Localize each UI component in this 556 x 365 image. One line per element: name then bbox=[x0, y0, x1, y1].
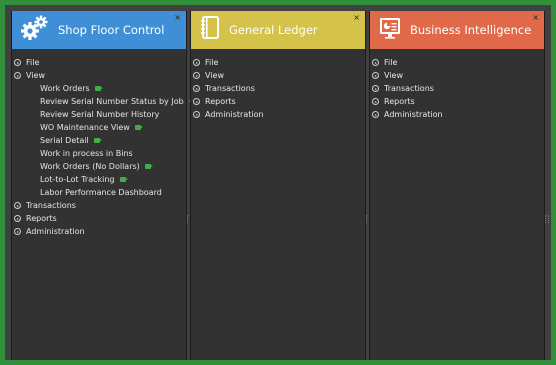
panel-header[interactable]: Business Intelligence × bbox=[370, 11, 544, 49]
menu-item-label: Transactions bbox=[205, 84, 255, 93]
circle-arrow-icon bbox=[372, 85, 379, 92]
menu-item-file[interactable]: File bbox=[14, 56, 186, 69]
dashboard-monitor-icon bbox=[378, 15, 402, 45]
submenu-item-label: Labor Performance Dashboard bbox=[40, 188, 162, 197]
circle-arrow-icon bbox=[193, 59, 200, 66]
menu-item-view[interactable]: View bbox=[372, 69, 544, 82]
menu-item-label: View bbox=[384, 71, 403, 80]
panel-menu: File View Transactions Reports Administr… bbox=[370, 49, 544, 121]
menu-item-label: View bbox=[205, 71, 224, 80]
submenu-item[interactable]: WO Maintenance View bbox=[40, 121, 186, 134]
menu-item-reports[interactable]: Reports bbox=[14, 212, 186, 225]
close-icon[interactable]: × bbox=[353, 13, 360, 22]
panel-menu: File View Work Orders Review Serial Numb… bbox=[12, 49, 191, 238]
panel-business-intelligence: Business Intelligence × File View Transa… bbox=[369, 11, 545, 360]
video-tag-icon bbox=[134, 125, 143, 130]
submenu-item[interactable]: Labor Performance Dashboard bbox=[40, 186, 186, 199]
menu-item-transactions[interactable]: Transactions bbox=[372, 82, 544, 95]
menu-item-administration[interactable]: Administration bbox=[193, 108, 365, 121]
ledger-icon bbox=[199, 15, 221, 45]
submenu-item[interactable]: Review Serial Number Status by Job bbox=[40, 95, 191, 108]
submenu-item-label: WO Maintenance View bbox=[40, 123, 130, 132]
circle-arrow-icon bbox=[372, 98, 379, 105]
circle-arrow-icon bbox=[193, 98, 200, 105]
circle-arrow-icon bbox=[193, 85, 200, 92]
panel-title: Business Intelligence bbox=[410, 23, 532, 37]
panel-header[interactable]: General Ledger × bbox=[191, 11, 365, 49]
menu-item-transactions[interactable]: Transactions bbox=[14, 199, 186, 212]
circle-arrow-icon bbox=[14, 59, 21, 66]
circle-arrow-icon bbox=[14, 202, 21, 209]
menu-item-label: Administration bbox=[205, 110, 264, 119]
menu-item-label: Reports bbox=[205, 97, 236, 106]
submenu-item[interactable]: Work Orders bbox=[40, 82, 186, 95]
menu-item-label: File bbox=[205, 58, 219, 67]
panel-general-ledger: General Ledger × File View Transactions … bbox=[190, 11, 366, 360]
circle-arrow-icon bbox=[14, 215, 21, 222]
submenu-item[interactable]: Work in process in Bins bbox=[40, 147, 186, 160]
video-tag-icon bbox=[144, 164, 153, 169]
panel-header[interactable]: Shop Floor Control × bbox=[12, 11, 186, 49]
submenu-item-label: Review Serial Number History bbox=[40, 110, 160, 119]
video-tag-icon bbox=[93, 138, 102, 143]
menu-item-reports[interactable]: Reports bbox=[193, 95, 365, 108]
menu-item-view[interactable]: View bbox=[193, 69, 365, 82]
submenu-item-label: Review Serial Number Status by Job bbox=[40, 97, 184, 106]
menu-item-label: View bbox=[26, 71, 45, 80]
circle-arrow-icon bbox=[14, 72, 21, 79]
submenu-item[interactable]: Lot-to-Lot Tracking bbox=[40, 173, 186, 186]
circle-arrow-icon bbox=[193, 111, 200, 118]
circle-arrow-icon bbox=[372, 72, 379, 79]
submenu-item-label: Lot-to-Lot Tracking bbox=[40, 175, 115, 184]
menu-item-administration[interactable]: Administration bbox=[14, 225, 186, 238]
menu-item-label: File bbox=[384, 58, 398, 67]
panel-title: General Ledger bbox=[229, 23, 318, 37]
submenu-item-label: Work Orders bbox=[40, 84, 90, 93]
circle-arrow-icon bbox=[372, 59, 379, 66]
circle-arrow-icon bbox=[372, 111, 379, 118]
gears-icon bbox=[20, 15, 50, 45]
menu-item-label: Administration bbox=[26, 227, 85, 236]
menu-item-file[interactable]: File bbox=[193, 56, 365, 69]
menu-item-reports[interactable]: Reports bbox=[372, 95, 544, 108]
workspace: Shop Floor Control × File View Work Orde… bbox=[5, 5, 551, 360]
menu-item-administration[interactable]: Administration bbox=[372, 108, 544, 121]
menu-item-label: Administration bbox=[384, 110, 443, 119]
menu-item-transactions[interactable]: Transactions bbox=[193, 82, 365, 95]
submenu-item-label: Serial Detail bbox=[40, 136, 89, 145]
panel-title: Shop Floor Control bbox=[58, 23, 165, 37]
menu-item-label: Reports bbox=[384, 97, 415, 106]
close-icon[interactable]: × bbox=[532, 13, 539, 22]
submenu-item-label: Work in process in Bins bbox=[40, 149, 133, 158]
menu-item-file[interactable]: File bbox=[372, 56, 544, 69]
menu-item-label: Transactions bbox=[384, 84, 434, 93]
menu-item-label: File bbox=[26, 58, 40, 67]
view-submenu: Work Orders Review Serial Number Status … bbox=[14, 82, 191, 199]
menu-item-label: Reports bbox=[26, 214, 57, 223]
video-tag-icon bbox=[94, 86, 103, 91]
panel-splitter[interactable] bbox=[545, 215, 549, 223]
submenu-item-label: Work Orders (No Dollars) bbox=[40, 162, 140, 171]
video-tag-icon bbox=[119, 177, 128, 182]
submenu-item[interactable]: Serial Detail bbox=[40, 134, 186, 147]
menu-item-label: Transactions bbox=[26, 201, 76, 210]
circle-arrow-icon bbox=[14, 228, 21, 235]
close-icon[interactable]: × bbox=[174, 13, 181, 22]
panel-menu: File View Transactions Reports Administr… bbox=[191, 49, 365, 121]
circle-arrow-icon bbox=[193, 72, 200, 79]
submenu-item[interactable]: Work Orders (No Dollars) bbox=[40, 160, 186, 173]
panel-shop-floor-control: Shop Floor Control × File View Work Orde… bbox=[11, 11, 191, 360]
submenu-item[interactable]: Review Serial Number History bbox=[40, 108, 186, 121]
menu-item-view[interactable]: View bbox=[14, 69, 186, 82]
